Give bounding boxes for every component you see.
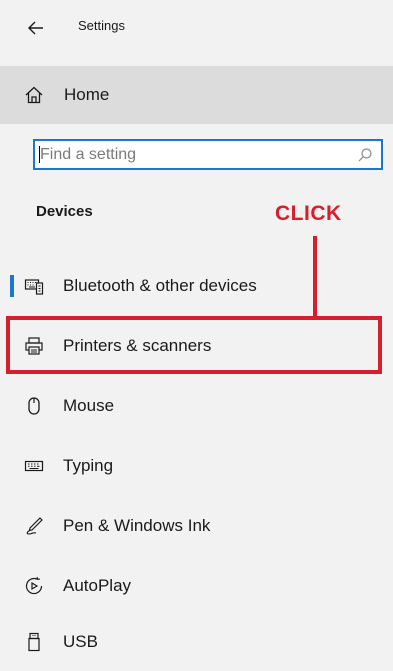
- window-title: Settings: [78, 18, 125, 33]
- nav-item-mouse[interactable]: Mouse: [0, 381, 393, 431]
- search-icon[interactable]: [357, 147, 373, 163]
- autoplay-icon: [25, 576, 43, 595]
- keyboard-icon: [24, 460, 44, 472]
- nav-label-typing: Typing: [63, 456, 114, 475]
- back-arrow-icon: [28, 21, 43, 35]
- home-label: Home: [64, 85, 110, 104]
- selected-indicator: [10, 275, 14, 297]
- nav-label-pen: Pen & Windows Ink: [63, 516, 211, 535]
- back-button[interactable]: [22, 14, 50, 42]
- bluetooth-devices-icon: [24, 279, 44, 295]
- nav-label-autoplay: AutoPlay: [63, 576, 132, 595]
- pen-icon: [26, 517, 43, 535]
- title-bar: Settings: [0, 0, 393, 56]
- settings-window: Settings Home Devices Bluetooth & other …: [0, 0, 393, 671]
- home-icon: [25, 86, 43, 104]
- text-caret: [39, 146, 40, 163]
- section-title: Devices: [36, 203, 93, 220]
- nav-label-bluetooth: Bluetooth & other devices: [63, 276, 257, 295]
- search-input[interactable]: [35, 141, 335, 168]
- click-annotation-box: [6, 316, 382, 374]
- click-annotation-label: CLICK: [275, 202, 342, 225]
- home-nav-item[interactable]: Home: [0, 66, 393, 124]
- mouse-icon: [28, 397, 40, 415]
- nav-item-typing[interactable]: Typing: [0, 441, 393, 491]
- nav-label-usb: USB: [63, 632, 98, 651]
- nav-item-usb[interactable]: USB: [0, 617, 393, 667]
- nav-item-autoplay[interactable]: AutoPlay: [0, 561, 393, 611]
- click-annotation-line: [313, 236, 317, 318]
- search-box[interactable]: [33, 139, 383, 170]
- usb-icon: [28, 632, 40, 652]
- nav-label-mouse: Mouse: [63, 396, 115, 415]
- nav-item-bluetooth[interactable]: Bluetooth & other devices: [0, 261, 393, 311]
- nav-item-pen[interactable]: Pen & Windows Ink: [0, 501, 393, 551]
